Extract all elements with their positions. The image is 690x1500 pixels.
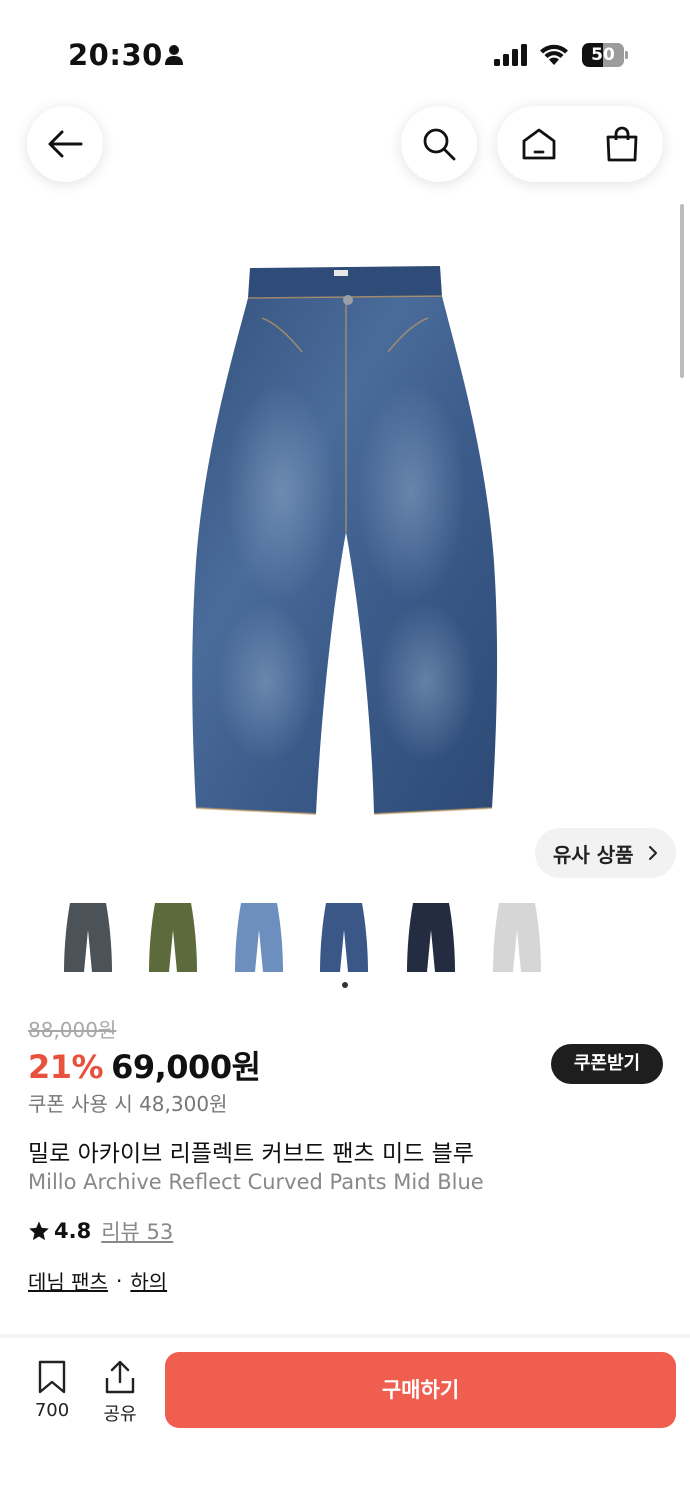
shopping-bag-icon <box>606 126 637 162</box>
swatch-option[interactable] <box>145 900 201 976</box>
share-label: 공유 <box>103 1404 137 1425</box>
star-icon <box>29 1221 49 1241</box>
share-icon <box>105 1360 135 1394</box>
bottom-action-bar: 700 공유 구매하기 <box>0 1338 690 1500</box>
chevron-right-icon <box>649 846 657 860</box>
discount-rate: 21% <box>28 1048 104 1086</box>
buy-button[interactable]: 구매하기 <box>165 1352 676 1428</box>
swatch-option-selected[interactable] <box>316 900 372 976</box>
similar-products-label: 유사 상품 <box>553 842 634 867</box>
person-icon <box>165 45 183 65</box>
category-separator: · <box>115 1268 123 1293</box>
swatch-option[interactable] <box>60 900 116 976</box>
product-name-korean: 밀로 아카이브 리플렉트 커브드 팬츠 미드 블루 <box>28 1141 474 1167</box>
cart-button[interactable] <box>580 106 663 182</box>
coupon-price: 쿠폰 사용 시 48,300원 <box>28 1092 228 1116</box>
search-icon <box>423 128 456 161</box>
bookmark-button[interactable]: 700 <box>22 1360 82 1430</box>
swatch-option[interactable] <box>231 900 287 976</box>
battery-level: 50 <box>591 45 615 65</box>
home-button[interactable] <box>497 106 580 182</box>
similar-products-button[interactable]: 유사 상품 <box>535 828 676 878</box>
category-breadcrumb: 데님 팬츠 · 하의 <box>28 1266 167 1295</box>
swatch-option[interactable] <box>489 900 545 976</box>
scrollbar[interactable] <box>680 204 684 378</box>
wifi-icon <box>540 44 568 65</box>
search-button[interactable] <box>401 106 477 182</box>
sale-price: 69,000원 <box>111 1048 261 1086</box>
category-link-bottoms[interactable]: 하의 <box>130 1266 167 1295</box>
product-image[interactable] <box>186 262 504 822</box>
review-link[interactable]: 리뷰 53 <box>101 1216 173 1246</box>
bookmark-count: 700 <box>34 1400 70 1421</box>
back-button[interactable] <box>27 106 103 182</box>
battery-indicator: 50 <box>582 43 628 67</box>
page-indicator-dot <box>342 982 348 988</box>
rating-row: 4.8 리뷰 53 <box>28 1216 173 1246</box>
price-row: 21% 69,000원 <box>28 1042 261 1088</box>
status-bar: 20:30 50 <box>0 0 690 100</box>
get-coupon-button[interactable]: 쿠폰받기 <box>551 1044 663 1084</box>
nav-group <box>497 106 663 182</box>
signal-icon <box>494 44 527 66</box>
category-link-denim-pants[interactable]: 데님 팬츠 <box>28 1266 108 1295</box>
swatch-option[interactable] <box>403 900 459 976</box>
bookmark-icon <box>38 1360 66 1394</box>
home-icon <box>522 128 555 160</box>
status-time: 20:30 <box>68 38 163 72</box>
product-name-english: Millo Archive Reflect Curved Pants Mid B… <box>28 1170 484 1194</box>
arrow-left-icon <box>48 130 83 158</box>
share-button[interactable]: 공유 <box>90 1360 150 1430</box>
original-price: 88,000원 <box>28 1018 117 1042</box>
color-swatches <box>0 900 690 976</box>
rating-value: 4.8 <box>54 1219 92 1243</box>
